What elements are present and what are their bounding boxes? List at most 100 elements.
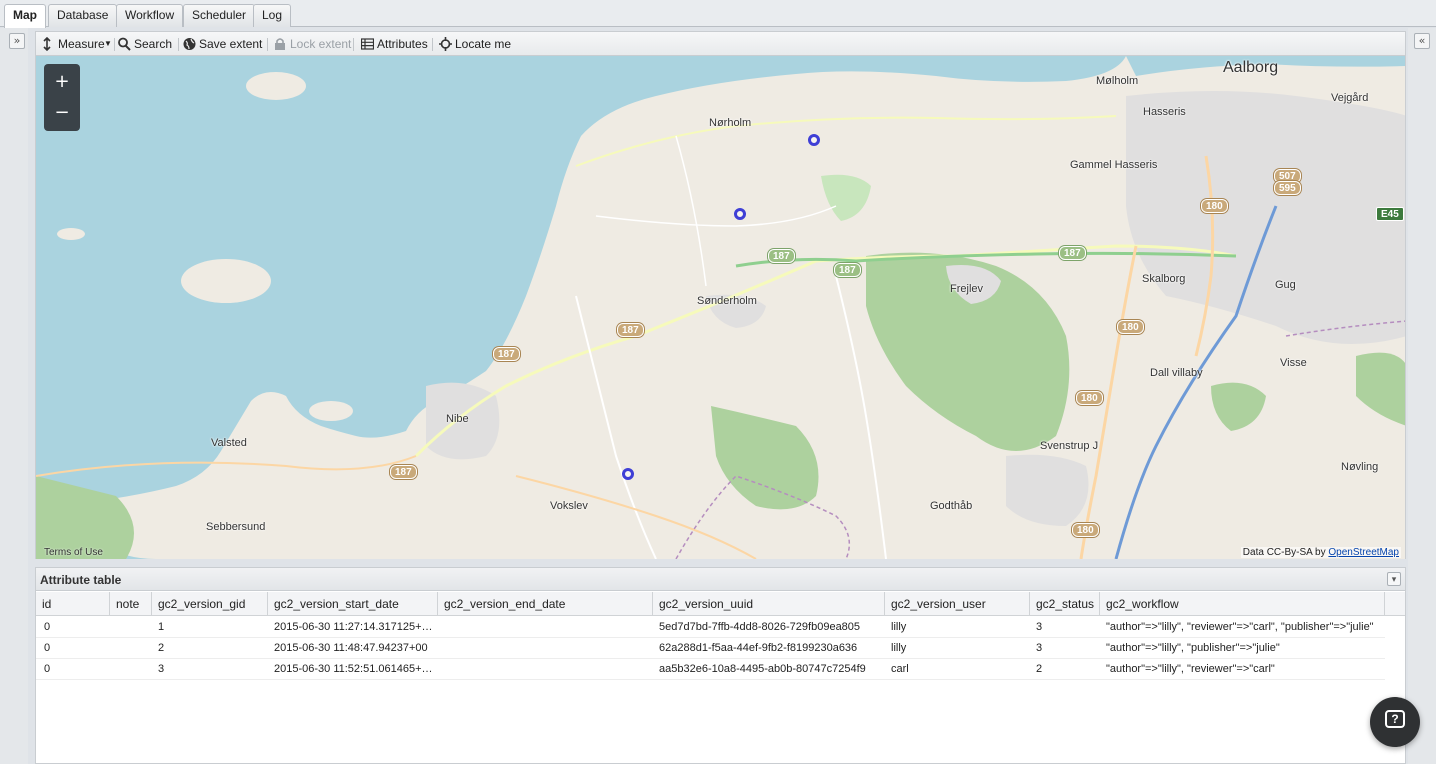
place-label-novling: Nøvling	[1341, 461, 1379, 473]
left-panel-strip	[0, 28, 28, 764]
map-toolbar: Measure ▼ Search Save extent Lock extent…	[35, 31, 1406, 56]
place-label-gammel-hasseris: Gammel Hasseris	[1070, 159, 1158, 171]
feature-point-marker[interactable]	[808, 134, 820, 146]
column-header-id[interactable]: id	[36, 592, 110, 616]
table-row[interactable]: 0 3 2015-06-30 11:52:51.061465+… aa5b32e…	[36, 659, 1385, 680]
place-label-hasseris: Hasseris	[1143, 106, 1186, 118]
column-header-gc2-version-start-date[interactable]: gc2_version_start_date	[268, 592, 438, 616]
cell-user: carl	[891, 663, 909, 675]
place-label-aalborg: Aalborg	[1223, 59, 1279, 76]
cell-end-date	[438, 617, 653, 638]
road-shield-595: 595	[1274, 181, 1301, 195]
toolbar-separator	[432, 38, 433, 51]
measure-icon	[43, 37, 51, 51]
column-header-gc2-version-uuid[interactable]: gc2_version_uuid	[653, 592, 885, 616]
map-basemap	[36, 56, 1405, 559]
place-label-svenstrup: Svenstrup J	[1040, 440, 1099, 452]
save-extent-button[interactable]: Save extent	[183, 36, 263, 53]
zoom-in-button[interactable]: +	[44, 67, 80, 97]
column-header-gc2-version-end-date[interactable]: gc2_version_end_date	[438, 592, 653, 616]
cell-id: 0	[44, 642, 51, 654]
column-header-gc2-status[interactable]: gc2_status	[1030, 592, 1100, 616]
chevron-down-icon: ▾	[1391, 574, 1397, 584]
feature-point-marker[interactable]	[622, 468, 634, 480]
search-button[interactable]: Search	[118, 36, 174, 53]
cell-user: lilly	[891, 621, 907, 633]
road-shield-180: 180	[1117, 320, 1144, 334]
expand-right-panel-button[interactable]: «	[1414, 33, 1430, 49]
caret-down-icon: ▼	[104, 39, 112, 48]
cell-gid: 3	[158, 663, 165, 675]
place-label-sonderholm: Sønderholm	[697, 295, 757, 307]
place-label-sebbersund: Sebbersund	[206, 521, 266, 533]
toolbar-separator	[353, 38, 354, 51]
road-shield-187: 187	[834, 263, 861, 277]
column-header-gc2-version-user[interactable]: gc2_version_user	[885, 592, 1030, 616]
search-icon	[118, 37, 131, 51]
cell-status: 3	[1036, 642, 1043, 654]
cell-status: 2	[1036, 663, 1043, 675]
column-header-gc2-workflow[interactable]: gc2_workflow	[1100, 592, 1385, 616]
cell-start-date: 2015-06-30 11:48:47.94237+00	[274, 642, 428, 654]
column-header-gc2-version-gid[interactable]: gc2_version_gid	[152, 592, 268, 616]
place-label-nibe: Nibe	[446, 413, 469, 425]
road-shield-187: 187	[493, 347, 520, 361]
attributes-button[interactable]: Attributes	[361, 36, 428, 53]
cell-gid: 1	[158, 621, 165, 633]
cell-uuid: aa5b32e6-10a8-4495-ab0b-80747c7254f9	[659, 663, 866, 675]
road-shield-187: 187	[390, 465, 417, 479]
cell-start-date: 2015-06-30 11:52:51.061465+…	[274, 663, 433, 675]
feature-point-marker[interactable]	[734, 208, 746, 220]
place-label-vejgaard: Vejgård	[1331, 92, 1369, 104]
zoom-control: + −	[44, 64, 80, 131]
right-panel-strip	[1408, 28, 1436, 764]
column-header-note[interactable]: note	[110, 592, 152, 616]
place-label-skalborg: Skalborg	[1142, 273, 1186, 285]
road-shield-187: 187	[617, 323, 644, 337]
attribution-text: Data CC-By-SA by	[1242, 547, 1326, 558]
tab-map[interactable]: Map	[4, 4, 46, 28]
locate-me-button[interactable]: Locate me	[439, 36, 513, 53]
attribute-table-title: Attribute table	[40, 573, 122, 587]
toolbar-separator	[178, 38, 179, 51]
road-shield-187: 187	[1059, 246, 1086, 260]
crosshair-icon	[439, 37, 452, 51]
cell-workflow: "author"=>"lilly", "reviewer"=>"carl", "…	[1106, 621, 1374, 633]
tab-workflow[interactable]: Workflow	[116, 4, 184, 27]
help-chat-button[interactable]: ?	[1370, 697, 1420, 747]
table-row[interactable]: 0 1 2015-06-30 11:27:14.317125+… 5ed7d7b…	[36, 617, 1385, 638]
map-view[interactable]: + − Aalborg Mølholm Vejgård Hasseris Gam…	[35, 56, 1406, 559]
place-label-molholm: Mølholm	[1096, 75, 1139, 87]
cell-note	[110, 617, 152, 638]
cell-start-date: 2015-06-30 11:27:14.317125+…	[274, 621, 433, 633]
place-label-valsted: Valsted	[211, 437, 247, 449]
collapse-table-button[interactable]: ▾	[1387, 572, 1401, 586]
place-label-godthaab: Godthåb	[930, 500, 973, 512]
openstreetmap-link[interactable]: OpenStreetMap	[1328, 547, 1399, 558]
cell-id: 0	[44, 663, 51, 675]
measure-button[interactable]: Measure ▼	[42, 36, 112, 53]
table-icon	[361, 38, 374, 50]
cell-status: 3	[1036, 621, 1043, 633]
place-label-dall-villaby: Dall villaby	[1150, 367, 1203, 379]
zoom-out-button[interactable]: −	[44, 98, 80, 128]
cell-workflow: "author"=>"lilly", "reviewer"=>"carl"	[1106, 663, 1275, 675]
help-icon: ?	[1385, 710, 1405, 728]
cell-user: lilly	[891, 642, 907, 654]
expand-left-panel-button[interactable]: »	[9, 33, 25, 49]
road-shield-180: 180	[1072, 523, 1099, 537]
table-row[interactable]: 0 2 2015-06-30 11:48:47.94237+00 62a288d…	[36, 638, 1385, 659]
cell-uuid: 5ed7d7bd-7ffb-4dd8-8026-729fb09ea805	[659, 621, 861, 633]
tab-scheduler[interactable]: Scheduler	[183, 4, 256, 27]
tab-database[interactable]: Database	[48, 4, 118, 27]
tab-log[interactable]: Log	[253, 4, 292, 27]
cell-note	[110, 659, 152, 680]
cell-end-date	[438, 638, 653, 659]
lock-extent-button[interactable]: Lock extent	[274, 36, 351, 53]
place-label-vokslev: Vokslev	[550, 500, 588, 512]
cell-uuid: 62a288d1-f5aa-44ef-9fb2-f8199230a636	[659, 642, 858, 654]
cell-gid: 2	[158, 642, 165, 654]
road-shield-180: 180	[1201, 199, 1228, 213]
terms-of-use-link[interactable]: Terms of Use	[44, 547, 103, 558]
road-shield-180: 180	[1076, 391, 1103, 405]
